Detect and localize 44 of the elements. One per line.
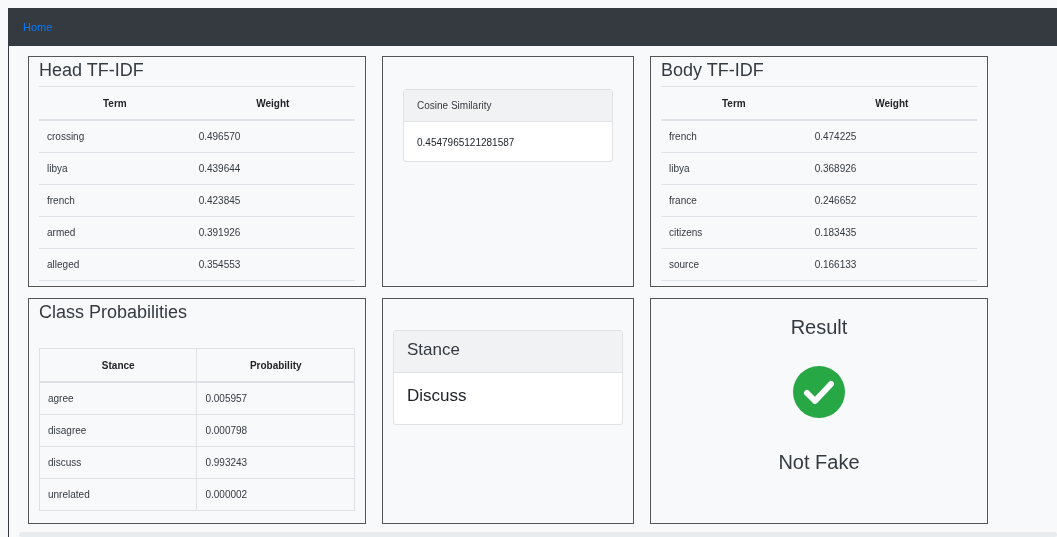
table-cell: 0.423845 xyxy=(190,184,355,217)
table-cell: 0.368926 xyxy=(806,152,977,185)
card-header: Stance xyxy=(394,331,622,373)
column-header: Term xyxy=(39,87,191,120)
table-cell: libya xyxy=(661,152,807,185)
similarity-value: 0.4547965121281587 xyxy=(416,136,516,150)
table-cell: 0.993243 xyxy=(196,446,355,479)
table-cell: source xyxy=(661,248,807,281)
table-cell: agree xyxy=(39,382,197,415)
table-cell: french xyxy=(661,120,807,153)
column-header: Probability xyxy=(196,348,355,382)
home-link[interactable]: Home xyxy=(23,21,53,33)
table-cell: armed xyxy=(39,216,191,249)
table-cell: unrelated xyxy=(39,478,197,511)
table-cell: 0.000002 xyxy=(196,478,355,511)
column-header: Term xyxy=(661,87,807,120)
table-cell: 0.439644 xyxy=(190,152,355,185)
table-cell: 0.183435 xyxy=(806,216,977,249)
table-cell: 0.246652 xyxy=(806,184,977,217)
result-label: Not Fake xyxy=(778,451,860,474)
table-cell: crossing xyxy=(39,120,191,153)
table-cell: 0.496570 xyxy=(190,120,355,153)
card-header: Cosine Similarity xyxy=(404,90,612,122)
column-header: Stance xyxy=(39,348,197,382)
table-cell: france xyxy=(661,184,807,217)
table-cell: 0.000798 xyxy=(196,414,355,447)
table-cell: alleged xyxy=(39,248,191,281)
panel-title: Class Probabilities xyxy=(39,301,189,324)
table-cell: discuss xyxy=(39,446,197,479)
table-cell: libya xyxy=(39,152,191,185)
panel-title: Head TF-IDF xyxy=(39,59,355,87)
table-cell: 0.166133 xyxy=(806,248,977,281)
table-cell: 0.005957 xyxy=(196,382,355,415)
table-cell: disagree xyxy=(39,414,197,447)
column-header: Weight xyxy=(806,87,977,120)
table-cell: french xyxy=(39,184,191,217)
panel-title: Body TF-IDF xyxy=(661,59,977,87)
result-title: Result xyxy=(790,316,848,339)
stance-value: Discuss xyxy=(406,385,468,407)
table-cell: 0.391926 xyxy=(190,216,355,249)
column-header: Weight xyxy=(190,87,355,120)
table-cell: citizens xyxy=(661,216,807,249)
table-cell: 0.354553 xyxy=(190,248,355,281)
table-cell: 0.474225 xyxy=(806,120,977,153)
